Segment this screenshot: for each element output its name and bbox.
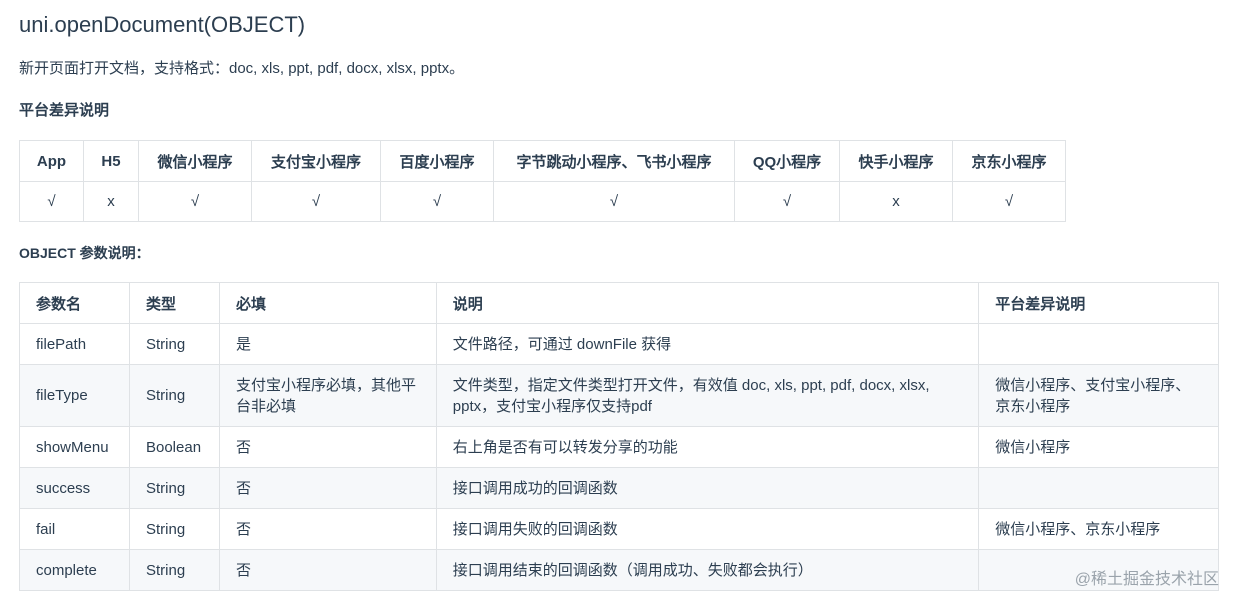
params-header-cell: 参数名 [19,282,130,324]
platform-header-cell: 微信小程序 [138,140,252,182]
object-heading: OBJECT 参数说明： [19,245,150,261]
table-row: success String 否 接口调用成功的回调函数 [19,467,1219,509]
param-type-cell: String [128,508,220,550]
platform-support-cell: √ [493,181,735,222]
params-header-cell: 说明 [435,282,980,324]
params-header-row: 参数名 类型 必填 说明 平台差异说明 [19,282,1219,324]
platform-support-row: √ x √ √ √ √ √ x √ [19,181,1066,222]
platform-header-cell: 快手小程序 [839,140,953,182]
param-name-cell: fail [19,508,130,550]
table-row: showMenu Boolean 否 右上角是否有可以转发分享的功能 微信小程序 [19,426,1219,468]
table-row: filePath String 是 文件路径，可通过 downFile 获得 [19,323,1219,365]
param-desc-cell: 文件类型，指定文件类型打开文件，有效值 doc, xls, ppt, pdf, … [435,364,980,427]
platform-table: App H5 微信小程序 支付宝小程序 百度小程序 字节跳动小程序、飞书小程序 … [19,140,1066,222]
table-row: complete String 否 接口调用结束的回调函数（调用成功、失败都会执… [19,549,1219,591]
param-type-cell: String [128,364,220,427]
params-header-cell: 类型 [128,282,220,324]
param-name-cell: filePath [19,323,130,365]
platform-header-row: App H5 微信小程序 支付宝小程序 百度小程序 字节跳动小程序、飞书小程序 … [19,140,1066,182]
param-required-cell: 否 [218,467,437,509]
param-name-cell: showMenu [19,426,130,468]
page-title: uni.openDocument(OBJECT) [19,12,306,37]
platform-support-cell: √ [380,181,494,222]
platform-header-cell: App [19,140,84,182]
param-platform-cell [978,467,1219,509]
param-platform-cell: 微信小程序 [978,426,1219,468]
platform-header-cell: 京东小程序 [952,140,1066,182]
platform-header-cell: 字节跳动小程序、飞书小程序 [493,140,735,182]
param-platform-cell [978,323,1219,365]
param-required-cell: 否 [218,426,437,468]
param-desc-cell: 接口调用失败的回调函数 [435,508,980,550]
table-row: fileType String 支付宝小程序必填，其他平台非必填 文件类型，指定… [19,364,1219,427]
param-desc-cell: 右上角是否有可以转发分享的功能 [435,426,980,468]
param-required-cell: 是 [218,323,437,365]
platform-support-cell: √ [952,181,1066,222]
param-type-cell: String [128,549,220,591]
watermark: @稀土掘金技术社区 [1074,571,1219,588]
param-name-cell: success [19,467,130,509]
param-platform-cell: 微信小程序、京东小程序 [978,508,1219,550]
param-platform-cell: 微信小程序、支付宝小程序、京东小程序 [978,364,1219,427]
platform-support-cell: x [83,181,139,222]
table-row: fail String 否 接口调用失败的回调函数 微信小程序、京东小程序 [19,508,1219,550]
platform-header-cell: QQ小程序 [734,140,840,182]
platform-header-cell: H5 [83,140,139,182]
platform-support-cell: √ [19,181,84,222]
param-type-cell: String [128,467,220,509]
api-description: 新开页面打开文档，支持格式：doc, xls, ppt, pdf, docx, … [19,60,465,77]
param-required-cell: 否 [218,508,437,550]
platform-support-cell: √ [734,181,840,222]
param-desc-cell: 文件路径，可通过 downFile 获得 [435,323,980,365]
platform-support-cell: x [839,181,953,222]
param-desc-cell: 接口调用成功的回调函数 [435,467,980,509]
platform-support-cell: √ [251,181,381,222]
platform-heading: 平台差异说明 [19,102,110,119]
param-name-cell: complete [19,549,130,591]
params-header-cell: 平台差异说明 [978,282,1219,324]
param-required-cell: 否 [218,549,437,591]
platform-header-cell: 百度小程序 [380,140,494,182]
param-type-cell: Boolean [128,426,220,468]
param-desc-cell: 接口调用结束的回调函数（调用成功、失败都会执行） [435,549,980,591]
param-required-cell: 支付宝小程序必填，其他平台非必填 [218,364,437,427]
platform-support-cell: √ [138,181,252,222]
param-type-cell: String [128,323,220,365]
param-name-cell: fileType [19,364,130,427]
platform-header-cell: 支付宝小程序 [251,140,381,182]
params-header-cell: 必填 [218,282,437,324]
params-table: 参数名 类型 必填 说明 平台差异说明 filePath String 是 文件… [19,282,1219,591]
